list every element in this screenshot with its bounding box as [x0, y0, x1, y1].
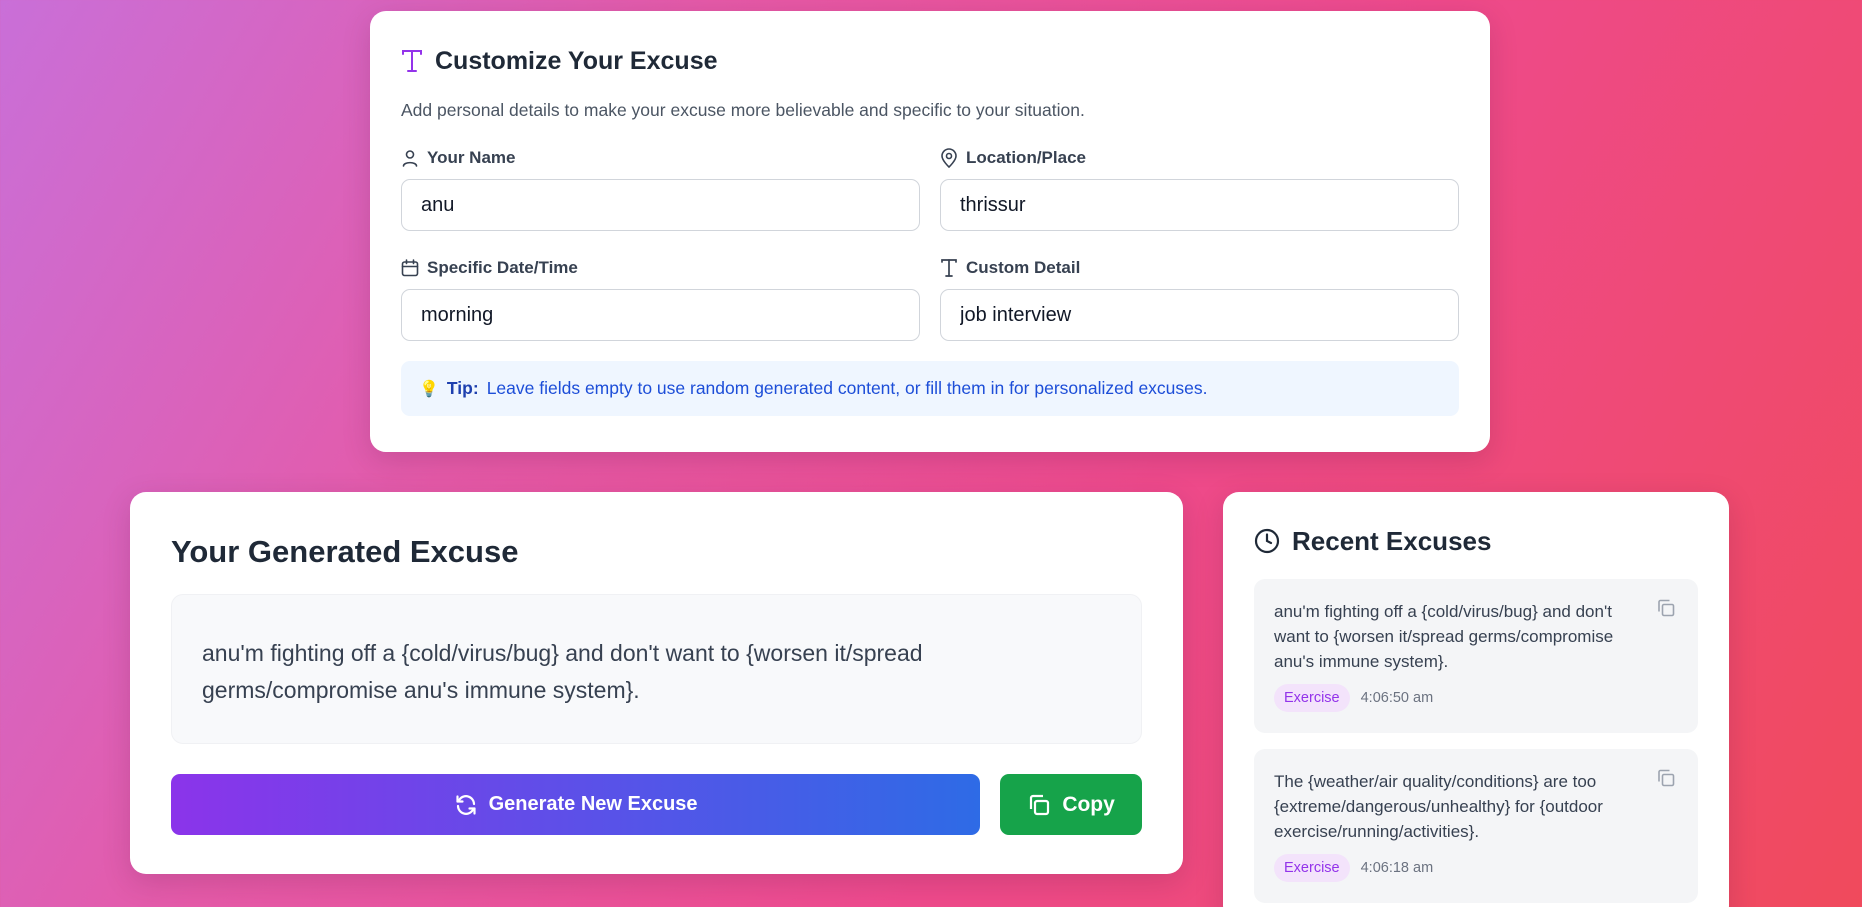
timestamp: 4:06:50 am: [1360, 690, 1434, 706]
custom-detail-input[interactable]: [940, 289, 1459, 341]
generate-new-excuse-button[interactable]: Generate New Excuse: [171, 774, 981, 835]
copy-button[interactable]: Copy: [1000, 774, 1142, 835]
tip-label: Tip:: [446, 378, 479, 398]
lightbulb-icon: 💡: [419, 380, 439, 398]
generate-button-label: Generate New Excuse: [488, 793, 698, 815]
generated-title: Your Generated Excuse: [171, 534, 519, 569]
custom-field-group: Custom Detail: [940, 256, 1459, 341]
recent-excuse-text: anu'm fighting off a {cold/virus/bug} an…: [1274, 602, 1614, 671]
datetime-field-group: Specific Date/Time: [401, 256, 920, 341]
customize-fields: Your Name Location/Place: [401, 146, 1459, 341]
excuse-text: anu'm fighting off a {cold/virus/bug} an…: [171, 594, 1142, 744]
user-icon: [401, 149, 419, 167]
recent-list: anu'm fighting off a {cold/virus/bug} an…: [1254, 579, 1698, 903]
copy-button-label: Copy: [1062, 792, 1115, 816]
type-icon: [401, 49, 423, 73]
recent-excuses-card: Recent Excuses anu'm fighting off a {col…: [1223, 492, 1729, 907]
customize-card: Customize Your Excuse Add personal detai…: [370, 11, 1490, 452]
generated-card: Your Generated Excuse anu'm fighting off…: [130, 492, 1183, 874]
category-badge: Exercise: [1274, 854, 1350, 882]
location-input[interactable]: [940, 179, 1459, 231]
custom-label: Custom Detail: [940, 256, 1459, 280]
location-field-group: Location/Place: [940, 146, 1459, 231]
location-label: Location/Place: [940, 146, 1459, 170]
map-pin-icon: [940, 148, 958, 168]
copy-icon: [1027, 793, 1051, 817]
list-item: The {weather/air quality/conditions} are…: [1254, 749, 1698, 903]
refresh-icon: [454, 793, 478, 817]
list-item: anu'm fighting off a {cold/virus/bug} an…: [1254, 579, 1698, 733]
name-input[interactable]: [401, 179, 920, 231]
recent-title: Recent Excuses: [1292, 525, 1492, 556]
clock-icon: [1254, 528, 1280, 554]
category-badge: Exercise: [1274, 684, 1350, 712]
datetime-label: Specific Date/Time: [401, 256, 920, 280]
customize-header: Customize Your Excuse: [401, 41, 1459, 81]
recent-meta: Exercise 4:06:50 am: [1274, 684, 1678, 712]
name-label: Your Name: [401, 146, 920, 170]
calendar-icon: [401, 259, 419, 277]
recent-header: Recent Excuses: [1254, 523, 1698, 559]
type-icon: [940, 258, 958, 278]
customize-title: Customize Your Excuse: [435, 46, 718, 75]
recent-excuse-text: The {weather/air quality/conditions} are…: [1274, 772, 1603, 841]
recent-meta: Exercise 4:06:18 am: [1274, 854, 1678, 882]
tip-text: Leave fields empty to use random generat…: [486, 378, 1208, 398]
name-field-group: Your Name: [401, 146, 920, 231]
timestamp: 4:06:18 am: [1360, 860, 1434, 876]
datetime-input[interactable]: [401, 289, 920, 341]
copy-icon[interactable]: [1656, 768, 1676, 788]
action-buttons: Generate New Excuse Copy: [171, 774, 1142, 835]
tip-box: 💡 Tip: Leave fields empty to use random …: [401, 361, 1459, 416]
copy-icon[interactable]: [1656, 598, 1676, 618]
customize-description: Add personal details to make your excuse…: [401, 100, 1085, 120]
